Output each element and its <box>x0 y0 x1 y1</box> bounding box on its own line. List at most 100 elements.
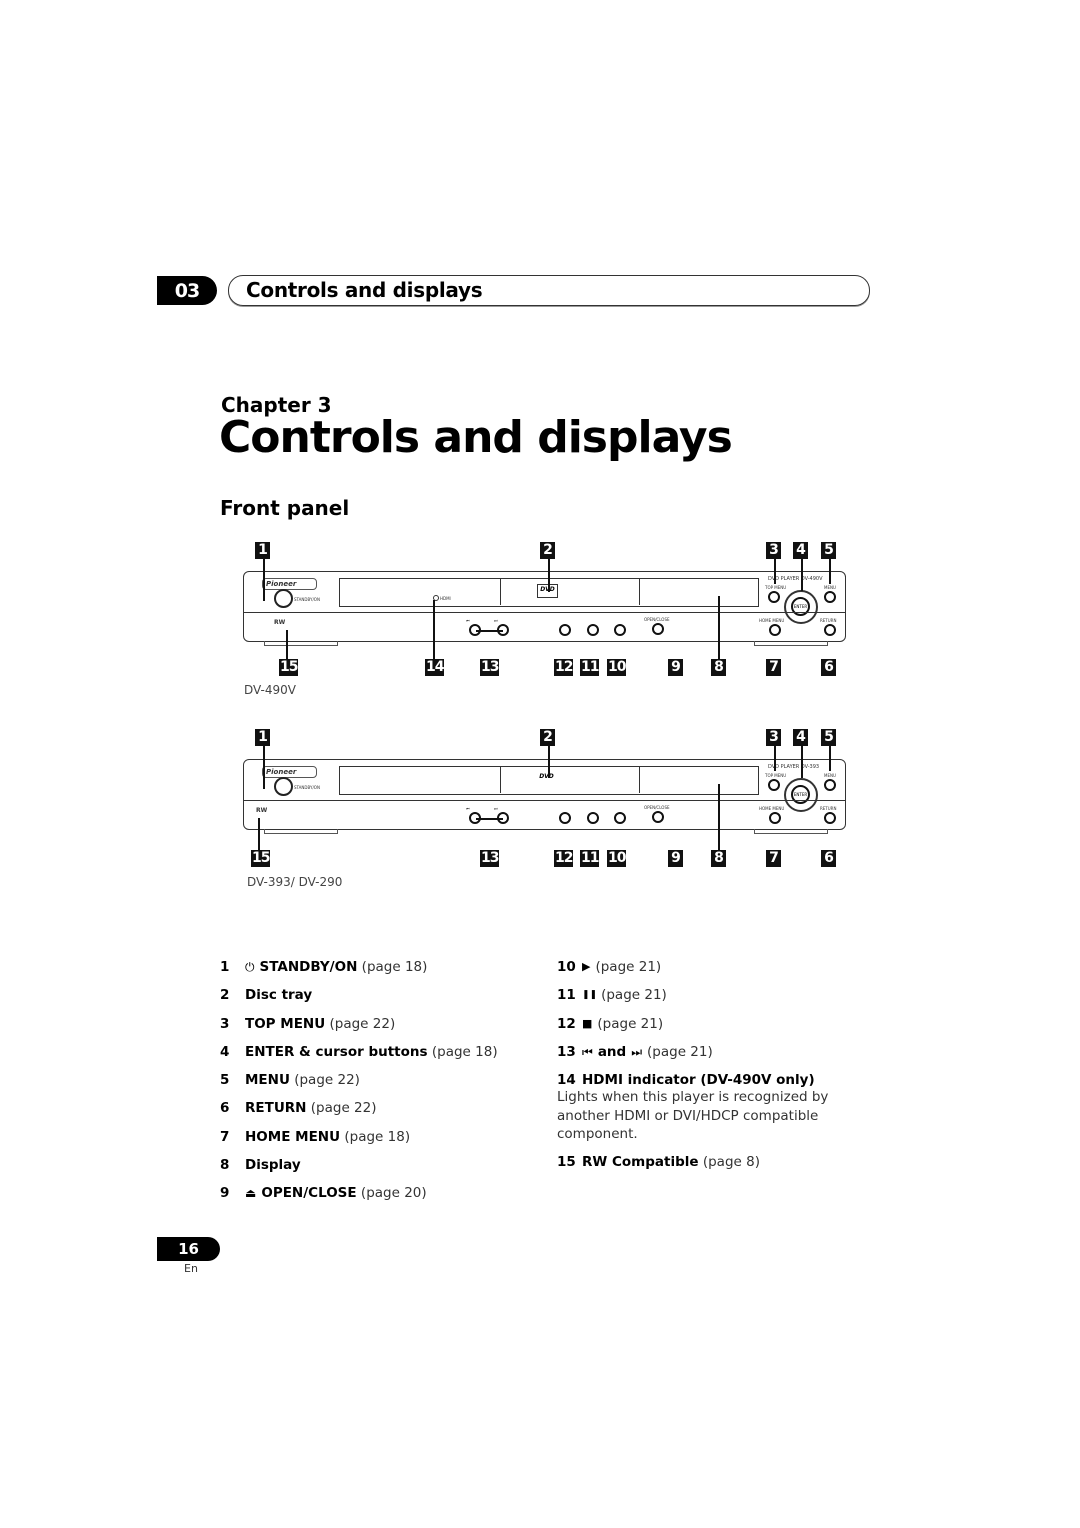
pioneer-logo: Pioneer <box>262 766 317 778</box>
stop-icon: ■ <box>582 1016 593 1030</box>
return-button <box>824 812 836 824</box>
home-menu-label: HOME MENU <box>759 618 785 623</box>
return-button <box>824 624 836 636</box>
return-label: RETURN <box>820 618 837 623</box>
callout-1: 1 <box>255 729 270 746</box>
menu-button <box>824 591 836 603</box>
legend-item: 4 ENTER & cursor buttons (page 18) <box>220 1038 498 1066</box>
callout-10: 10 <box>607 850 627 867</box>
legend-item: 8 Display <box>220 1151 498 1179</box>
play-button <box>614 624 626 636</box>
panel-foot-left <box>264 641 338 646</box>
pioneer-logo: Pioneer <box>262 578 317 590</box>
home-menu-button <box>769 624 781 636</box>
prev-label-icon: ⏮ <box>466 806 470 811</box>
callout-9: 9 <box>668 850 683 867</box>
callout-7: 7 <box>766 659 781 676</box>
panel-divider <box>244 800 845 801</box>
leader-line <box>258 818 260 850</box>
prev-label-icon: ⏮ <box>466 618 470 623</box>
page-ref: (page 21) <box>601 987 667 1004</box>
item-number: 4 <box>220 1043 230 1060</box>
legend-item: 13 ⏮ and ⏭ (page 21) <box>557 1038 837 1066</box>
dvd-player-front-panel: Pioneer STANDBY/ON DVD DVD PLAYER DV-393… <box>243 759 846 834</box>
callout-5: 5 <box>821 729 836 746</box>
item-label: TOP MENU <box>245 1015 326 1032</box>
next-label-icon: ⏭ <box>494 806 498 811</box>
item-label: RW Compatible <box>582 1153 699 1170</box>
page-ref: (page 22) <box>310 1100 377 1117</box>
play-icon: ▶ <box>582 960 591 973</box>
standby-label: STANDBY/ON <box>294 597 320 602</box>
item-number: 1 <box>220 959 230 975</box>
leader-line <box>263 559 265 601</box>
page-ref: (page 18) <box>344 1128 411 1145</box>
leader-line <box>476 630 503 632</box>
pause-button <box>587 812 599 824</box>
open-close-label: OPEN/CLOSE <box>644 805 670 810</box>
enter-button: ENTER <box>791 785 810 804</box>
item-number: 7 <box>220 1128 230 1145</box>
item-label: ENTER & cursor buttons <box>245 1043 428 1060</box>
callout-15: 15 <box>251 850 271 867</box>
leader-line <box>476 818 503 820</box>
top-menu-label: TOP MENU <box>765 585 787 590</box>
rw-compatible-logo: RW <box>256 807 268 814</box>
leader-line <box>718 596 720 659</box>
power-icon: ⏻ <box>245 960 255 974</box>
item-label: MENU <box>245 1072 290 1089</box>
callout-4: 4 <box>793 542 808 559</box>
item-number: 15 <box>557 1153 576 1170</box>
callout-11: 11 <box>580 850 600 867</box>
standby-power-button <box>274 589 293 608</box>
callout-6: 6 <box>821 850 836 867</box>
panel-foot-left <box>264 829 338 834</box>
leader-line <box>829 746 831 771</box>
item-number: 9 <box>220 1185 230 1202</box>
stop-button <box>559 624 571 636</box>
page-ref: (page 21) <box>597 1015 664 1032</box>
callout-13: 13 <box>480 850 500 867</box>
page-ref: (page 22) <box>294 1072 360 1089</box>
leader-line <box>829 559 831 584</box>
skip-back-icon: ⏮ <box>582 1044 593 1059</box>
leader-line <box>433 600 435 659</box>
panel-divider <box>244 612 845 613</box>
legend-item: 7 HOME MENU (page 18) <box>220 1123 498 1151</box>
menu-button <box>824 779 836 791</box>
callout-3: 3 <box>766 729 781 746</box>
item-description: Lights when this player is recognized by… <box>557 1089 829 1143</box>
legend-item: 3 TOP MENU (page 22) <box>220 1010 498 1038</box>
leader-line <box>718 784 720 850</box>
item-label: HOME MENU <box>245 1128 341 1145</box>
return-label: RETURN <box>820 806 837 811</box>
rw-compatible-logo: RW <box>274 619 286 626</box>
model-badge: DVD PLAYER DV-393 <box>768 764 820 770</box>
item-label: Disc tray <box>245 987 313 1004</box>
callout-8: 8 <box>711 850 726 867</box>
open-close-button <box>652 623 664 635</box>
menu-label: MENU <box>824 773 836 778</box>
dvd-player-front-panel: Pioneer STANDBY/ON HDMI DVD DVD PLAYER D… <box>243 571 846 646</box>
callout-3: 3 <box>766 542 781 559</box>
item-label: OPEN/CLOSE <box>261 1185 357 1202</box>
page-ref: (page 21) <box>647 1043 713 1060</box>
item-label: RETURN <box>245 1100 307 1117</box>
home-menu-label: HOME MENU <box>759 806 785 811</box>
chapter-header-title: Controls and displays <box>246 278 483 302</box>
model-badge: DVD PLAYER DV-490V <box>768 576 823 582</box>
tray-divider <box>500 578 501 605</box>
item-number: 5 <box>220 1072 230 1089</box>
item-number: 10 <box>557 959 576 975</box>
callout-2: 2 <box>540 542 555 559</box>
legend-item: 1 ⏻ STANDBY/ON (page 18) <box>220 953 498 981</box>
legend-item: 15 RW Compatible (page 8) <box>557 1148 837 1176</box>
standby-power-button <box>274 777 293 796</box>
leader-line <box>548 746 550 778</box>
callout-15: 15 <box>279 659 299 676</box>
top-menu-label: TOP MENU <box>765 773 787 778</box>
callout-9: 9 <box>668 659 683 676</box>
item-number: 8 <box>220 1157 230 1174</box>
page-number: 16 <box>157 1237 220 1261</box>
legend-list-right: 10 ▶ (page 21) 11 ❚❚ (page 21) 12 ■ (pag… <box>557 953 837 1176</box>
